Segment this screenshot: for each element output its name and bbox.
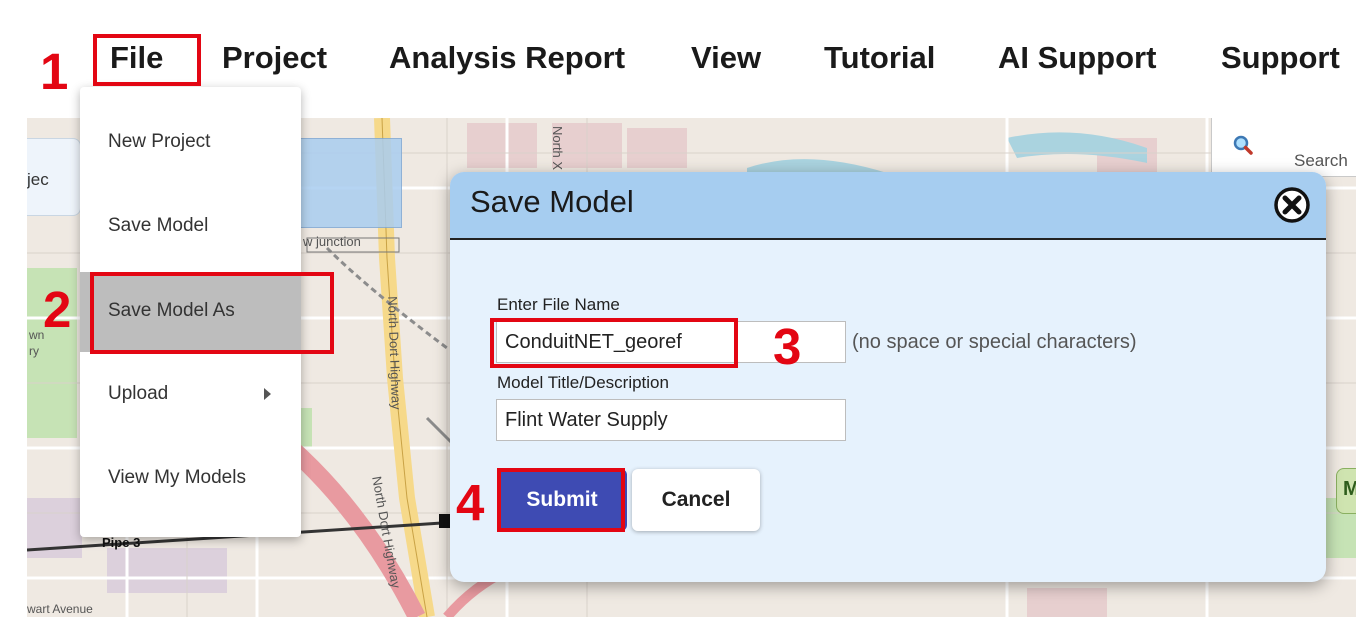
map-search-box[interactable]: Search — [1211, 118, 1356, 177]
description-label: Model Title/Description — [497, 373, 669, 392]
file-menu-upload-label: Upload — [108, 383, 169, 404]
menu-analysis-report[interactable]: Analysis Report — [389, 40, 625, 76]
caret-right-icon — [264, 388, 271, 400]
file-name-label: Enter File Name — [497, 295, 620, 314]
file-menu-dropdown: New Project Save Model Save Model As Upl… — [80, 87, 301, 537]
map-label-north-x: North X — [550, 126, 565, 171]
menu-view[interactable]: View — [691, 40, 761, 76]
file-menu-upload[interactable]: Upload — [80, 355, 301, 435]
file-menu-save-model-as-label: Save Model As — [108, 300, 235, 321]
description-input[interactable]: Flint Water Supply — [496, 399, 846, 441]
file-menu-new-project-label: New Project — [108, 131, 211, 152]
map-label-junction: w junction — [303, 234, 361, 249]
submit-button[interactable]: Submit — [497, 469, 627, 531]
menu-support[interactable]: Support — [1221, 40, 1340, 76]
file-menu-view-my-models[interactable]: View My Models — [80, 439, 301, 519]
map-label-left-2: ry — [29, 344, 39, 358]
map-label-pipe: Pipe 3 — [102, 535, 141, 550]
map-legend-chip-label: M — [1343, 478, 1356, 500]
file-menu-new-project[interactable]: New Project — [80, 103, 301, 183]
file-menu-save-model[interactable]: Save Model — [80, 187, 301, 267]
map-label-avenue: wart Avenue — [27, 602, 93, 616]
file-name-hint: (no space or special characters) — [852, 331, 1137, 353]
search-placeholder: Search — [1294, 151, 1348, 170]
step-number-2: 2 — [43, 281, 72, 338]
menu-file[interactable]: File — [110, 40, 163, 76]
menu-ai-support[interactable]: AI Support — [998, 40, 1156, 76]
dialog-title: Save Model — [470, 184, 634, 219]
file-menu-save-model-label: Save Model — [108, 215, 209, 236]
search-icon — [1233, 135, 1253, 155]
project-tab-label: jec — [27, 170, 49, 189]
step-number-4: 4 — [456, 474, 485, 531]
file-menu-view-my-models-label: View My Models — [108, 467, 246, 488]
menu-project[interactable]: Project — [222, 40, 327, 76]
dialog-header: Save Model — [450, 172, 1326, 240]
save-model-dialog: Save Model Enter File Name ConduitNET_ge… — [450, 172, 1326, 582]
step-number-1: 1 — [40, 43, 69, 100]
menu-tutorial[interactable]: Tutorial — [824, 40, 935, 76]
file-menu-save-model-as[interactable]: Save Model As — [80, 272, 301, 352]
cancel-button[interactable]: Cancel — [632, 469, 760, 531]
map-selection-panel — [300, 138, 402, 228]
close-icon[interactable] — [1272, 185, 1312, 225]
step-number-3: 3 — [773, 318, 802, 375]
